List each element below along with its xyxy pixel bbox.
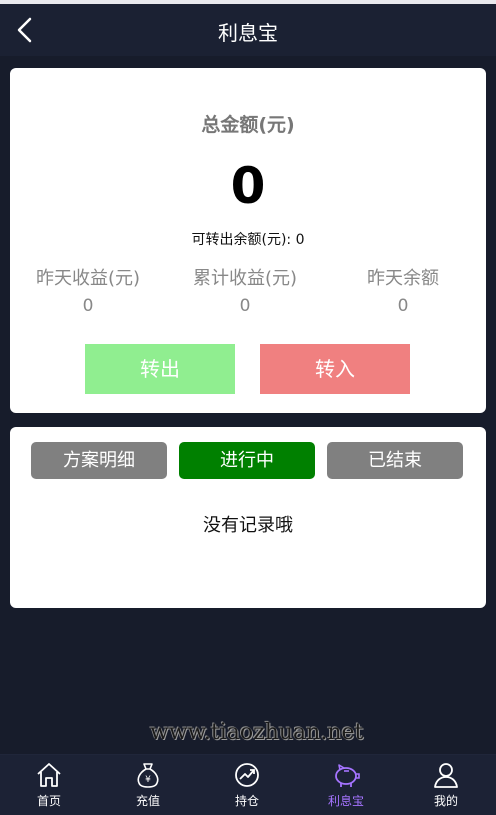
watermark: www.tiaozhuan.net [150, 720, 364, 745]
money-bag-icon: ¥ [137, 763, 159, 788]
bottom-tab-bar: 首页 ¥ 充值 持仓 利息宝 我的 [0, 754, 496, 815]
tab-home-label: 首页 [36, 794, 61, 808]
stat-label: 昨天收益(元) [35, 268, 141, 289]
records-card: 方案明细 进行中 已结束 没有记录哦 [10, 427, 486, 608]
transferable-value: 0 [295, 232, 305, 248]
transfer-out-button[interactable]: 转出 [85, 344, 235, 394]
tab-positions-label: 持仓 [234, 794, 259, 808]
summary-card: 总金额(元) 0 可转出余额(元): 0 昨天收益(元) 0 累计收益(元) 0… [10, 68, 486, 413]
piggy-bank-icon [335, 764, 360, 787]
tab-recharge[interactable]: ¥ 充值 [108, 761, 188, 809]
stat-yesterday-income: 昨天收益(元) 0 [8, 264, 168, 316]
user-icon [434, 763, 458, 788]
total-amount-value: 0 [230, 157, 266, 215]
page-title: 利息宝 [218, 21, 278, 45]
header: 利息宝 [0, 4, 496, 56]
tab-in-progress[interactable]: 进行中 [179, 442, 315, 479]
stat-yesterday-balance: 昨天余额 0 [323, 264, 483, 316]
empty-records-message: 没有记录哦 [203, 515, 293, 536]
tab-mine[interactable]: 我的 [406, 761, 486, 809]
tab-recharge-label: 充值 [135, 794, 160, 808]
tab-home[interactable]: 首页 [9, 761, 89, 809]
tab-mine-label: 我的 [433, 794, 458, 808]
chart-icon [235, 763, 259, 787]
stat-value: 0 [397, 296, 409, 316]
tab-plan-details[interactable]: 方案明细 [31, 442, 167, 479]
total-amount-label: 总金额(元) [201, 114, 295, 136]
stat-value: 0 [82, 296, 94, 316]
home-icon [37, 763, 61, 787]
transfer-in-button[interactable]: 转入 [260, 344, 410, 394]
transferable-balance: 可转出余额(元): 0 [10, 229, 486, 249]
tab-interest-treasure[interactable]: 利息宝 [306, 761, 386, 809]
stat-label: 累计收益(元) [192, 268, 298, 289]
tab-ended[interactable]: 已结束 [327, 442, 463, 479]
tab-positions[interactable]: 持仓 [207, 761, 287, 809]
svg-text:¥: ¥ [145, 775, 151, 785]
stat-cumulative-income: 累计收益(元) 0 [165, 264, 325, 316]
tab-interest-treasure-label: 利息宝 [327, 794, 364, 808]
transferable-label: 可转出余额(元): [191, 232, 292, 248]
stat-value: 0 [239, 296, 251, 316]
stat-label: 昨天余额 [367, 268, 439, 289]
